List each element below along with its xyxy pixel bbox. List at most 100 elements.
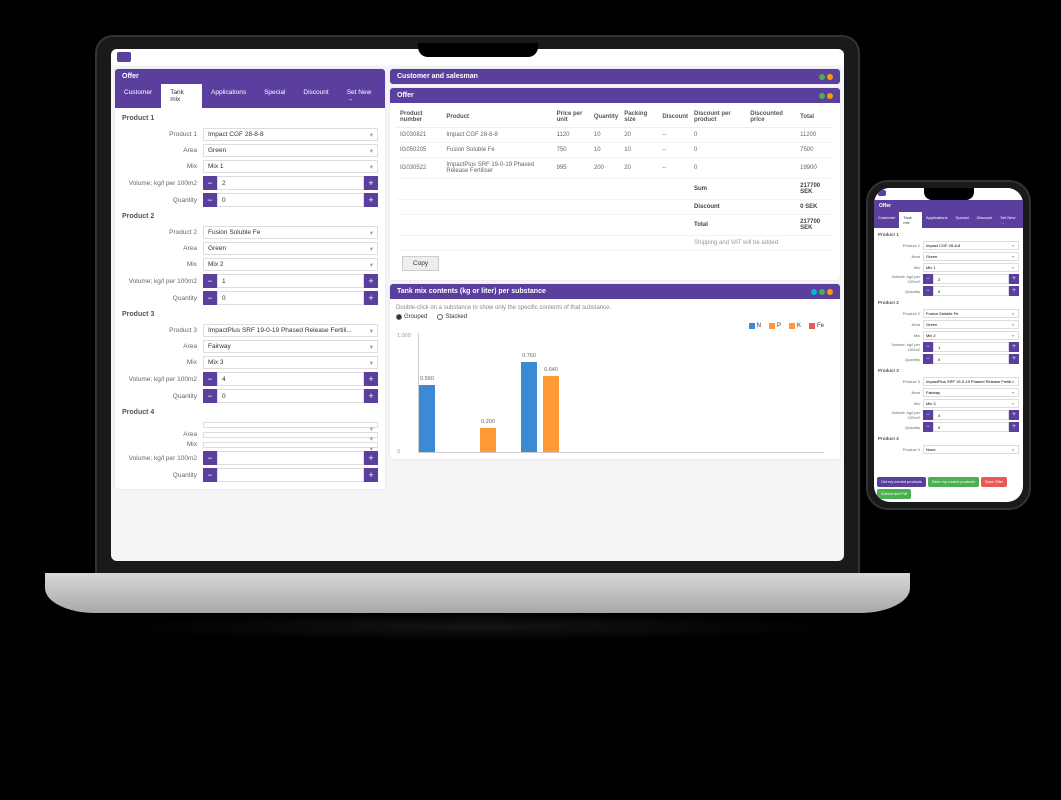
- bar[interactable]: 0.760: [521, 362, 537, 452]
- tab-applications[interactable]: Applications: [922, 212, 952, 228]
- stepper-value[interactable]: 4: [933, 410, 1009, 420]
- select-field[interactable]: Impact CGF 28-8-8: [923, 241, 1019, 250]
- table-row[interactable]: IG050205Fusion Soluble Fe7501010--07500: [397, 143, 833, 158]
- status-dot-green-icon[interactable]: [819, 93, 825, 99]
- select-field[interactable]: Mix 2: [203, 258, 378, 271]
- plus-button[interactable]: +: [364, 372, 378, 386]
- stepper-value[interactable]: 4: [217, 372, 364, 386]
- legend-item[interactable]: K: [789, 323, 801, 329]
- status-dot-orange-icon[interactable]: [827, 74, 833, 80]
- select-field[interactable]: Fairway: [203, 340, 378, 353]
- minus-button[interactable]: −: [923, 354, 933, 364]
- stepper-value[interactable]: 1: [217, 274, 364, 288]
- radio-stacked[interactable]: Stacked: [437, 314, 467, 320]
- select-field[interactable]: Fairway: [923, 388, 1019, 397]
- stepper-value[interactable]: 0: [217, 193, 364, 207]
- copy-button[interactable]: Copy: [402, 256, 439, 271]
- plus-button[interactable]: +: [364, 451, 378, 465]
- minus-button[interactable]: −: [203, 176, 217, 190]
- plus-button[interactable]: +: [364, 274, 378, 288]
- radio-grouped[interactable]: Grouped: [396, 314, 427, 320]
- minus-button[interactable]: −: [923, 410, 933, 420]
- select-field[interactable]: [203, 422, 378, 428]
- plus-button[interactable]: +: [364, 176, 378, 190]
- plus-button[interactable]: +: [1009, 342, 1019, 352]
- bar[interactable]: 0.640: [543, 376, 559, 452]
- minus-button[interactable]: −: [203, 468, 217, 482]
- stepper-value[interactable]: [217, 451, 364, 465]
- tab-special[interactable]: Special: [255, 84, 294, 108]
- plus-button[interactable]: +: [1009, 410, 1019, 420]
- stepper-value[interactable]: 0: [217, 291, 364, 305]
- tab-customer[interactable]: Customer: [874, 212, 899, 228]
- plus-button[interactable]: +: [1009, 286, 1019, 296]
- minus-button[interactable]: −: [203, 274, 217, 288]
- table-row[interactable]: IG030522ImpactPlus SRF 19-0-19 Phased Re…: [397, 158, 833, 179]
- action-button[interactable]: Save Offer: [981, 477, 1007, 487]
- select-field[interactable]: None: [923, 445, 1019, 454]
- tab-tank-mix[interactable]: Tank mix: [899, 212, 922, 228]
- tab-customer[interactable]: Customer: [115, 84, 161, 108]
- action-button[interactable]: Submit and Pdf: [877, 489, 911, 499]
- select-field[interactable]: ImpactPlus SRF 19-0-19 Phased Release Fe…: [923, 377, 1019, 386]
- plus-button[interactable]: +: [364, 389, 378, 403]
- select-field[interactable]: Mix 3: [203, 356, 378, 369]
- minus-button[interactable]: −: [203, 291, 217, 305]
- tab-tank-mix[interactable]: Tank mix: [161, 84, 202, 108]
- status-dot-green-icon[interactable]: [819, 289, 825, 295]
- select-field[interactable]: Mix 1: [203, 160, 378, 173]
- select-field[interactable]: Mix 1: [923, 263, 1019, 272]
- minus-button[interactable]: −: [203, 389, 217, 403]
- action-button[interactable]: Save my current products: [928, 477, 979, 487]
- tab-discount[interactable]: Discount: [973, 212, 997, 228]
- select-field[interactable]: Green: [923, 252, 1019, 261]
- stepper-value[interactable]: 0: [933, 286, 1009, 296]
- status-dot-orange-icon[interactable]: [827, 93, 833, 99]
- select-field[interactable]: Mix 2: [923, 331, 1019, 340]
- legend-item[interactable]: Fe: [809, 323, 824, 329]
- select-field[interactable]: Fusion Soluble Fe: [203, 226, 378, 239]
- legend-item[interactable]: N: [749, 323, 761, 329]
- tab-set-new-[interactable]: Set New →: [338, 84, 385, 108]
- select-field[interactable]: ImpactPlus SRF 19-0-19 Phased Release Fe…: [203, 324, 378, 337]
- action-button[interactable]: Get my current products: [877, 477, 926, 487]
- stepper-value[interactable]: 1: [933, 342, 1009, 352]
- bar-chart[interactable]: 1.000 0 0.5600.2000.7600.640: [418, 333, 824, 453]
- table-row[interactable]: IG030821Impact CGF 28-8-811201020--01120…: [397, 128, 833, 143]
- status-dot-green-icon[interactable]: [819, 74, 825, 80]
- minus-button[interactable]: −: [923, 274, 933, 284]
- select-field[interactable]: Impact CGF 28-8-8: [203, 128, 378, 141]
- plus-button[interactable]: +: [364, 468, 378, 482]
- plus-button[interactable]: +: [1009, 422, 1019, 432]
- select-field[interactable]: [203, 442, 378, 448]
- minus-button[interactable]: −: [923, 422, 933, 432]
- select-field[interactable]: Fusion Soluble Fe: [923, 309, 1019, 318]
- legend-item[interactable]: P: [769, 323, 781, 329]
- bar[interactable]: 0.560: [419, 385, 435, 452]
- status-dot-cyan-icon[interactable]: [811, 289, 817, 295]
- select-field[interactable]: Green: [923, 320, 1019, 329]
- tab-special[interactable]: Special: [952, 212, 973, 228]
- plus-button[interactable]: +: [1009, 274, 1019, 284]
- minus-button[interactable]: −: [203, 451, 217, 465]
- tab-applications[interactable]: Applications: [202, 84, 255, 108]
- bar[interactable]: 0.200: [480, 428, 496, 452]
- plus-button[interactable]: +: [364, 193, 378, 207]
- status-dot-orange-icon[interactable]: [827, 289, 833, 295]
- plus-button[interactable]: +: [364, 291, 378, 305]
- tab-set-new-[interactable]: Set New →: [996, 212, 1023, 228]
- minus-button[interactable]: −: [923, 286, 933, 296]
- select-field[interactable]: Mix 3: [923, 399, 1019, 408]
- stepper-value[interactable]: 0: [933, 422, 1009, 432]
- stepper-value[interactable]: 2: [933, 274, 1009, 284]
- plus-button[interactable]: +: [1009, 354, 1019, 364]
- minus-button[interactable]: −: [203, 372, 217, 386]
- minus-button[interactable]: −: [923, 342, 933, 352]
- stepper-value[interactable]: 0: [933, 354, 1009, 364]
- stepper-value[interactable]: [217, 468, 364, 482]
- stepper-value[interactable]: 2: [217, 176, 364, 190]
- select-field[interactable]: Green: [203, 144, 378, 157]
- select-field[interactable]: Green: [203, 242, 378, 255]
- tab-discount[interactable]: Discount: [294, 84, 337, 108]
- minus-button[interactable]: −: [203, 193, 217, 207]
